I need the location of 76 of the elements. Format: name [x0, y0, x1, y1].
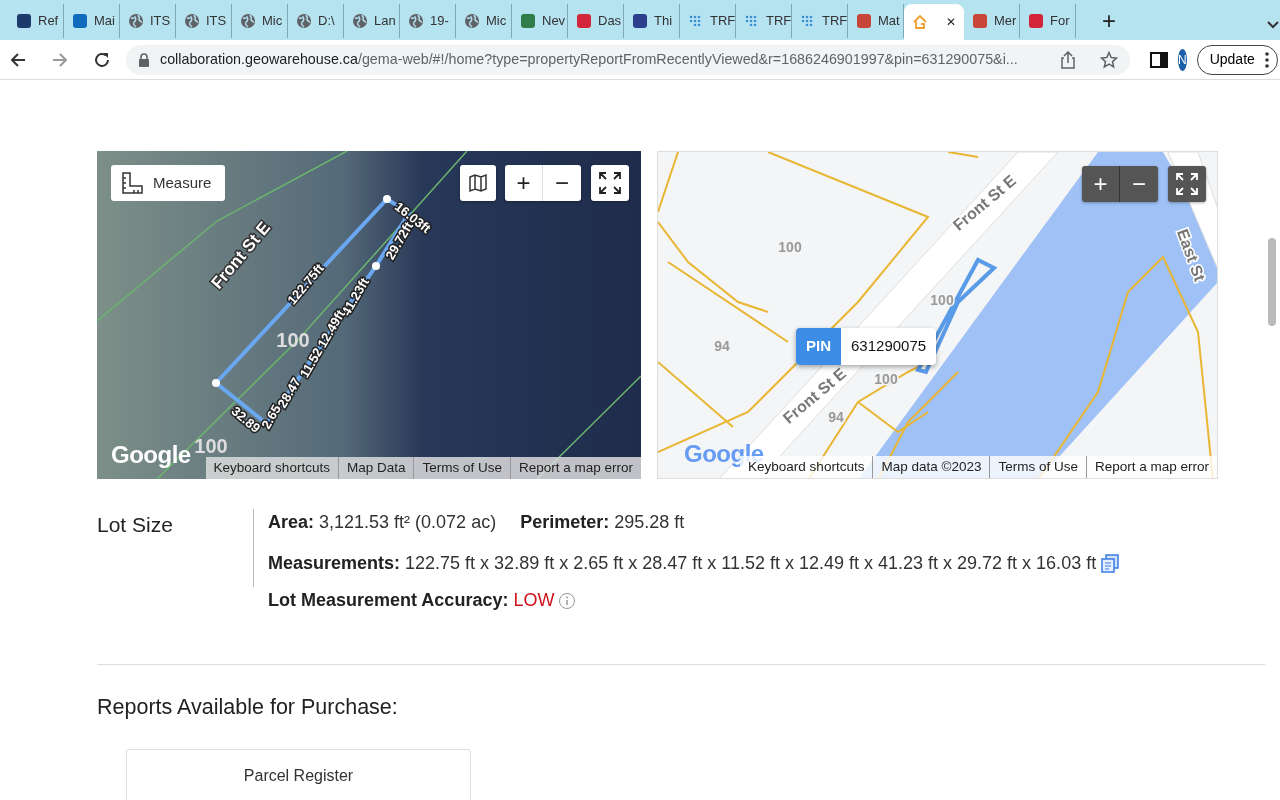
map-type-button[interactable]	[460, 165, 496, 201]
browser-tab[interactable]: For	[1020, 4, 1076, 38]
update-button[interactable]: Update	[1196, 44, 1278, 75]
measure-button[interactable]: Measure	[111, 165, 226, 201]
parcel-number: 100	[276, 329, 310, 351]
browser-tab[interactable]: Mic	[232, 4, 288, 38]
browser-tab[interactable]: Das	[568, 4, 624, 38]
globe-icon	[184, 13, 200, 29]
street-label: East St	[1173, 226, 1209, 284]
section-heading: Reports Available for Purchase:	[97, 694, 399, 721]
map-footer-link[interactable]: Report a map error	[1085, 455, 1217, 478]
browser-tab[interactable]: Nev	[512, 4, 568, 38]
globe-icon	[352, 13, 368, 29]
globe-icon	[296, 13, 312, 29]
map-footer-link[interactable]: Terms of Use	[989, 455, 1086, 478]
parcel-number: 100	[194, 435, 228, 457]
fullscreen-icon	[1176, 173, 1198, 195]
info-icon	[558, 591, 577, 610]
browser-tab[interactable]: Ref	[8, 4, 64, 38]
browser-tab[interactable]: Mai	[64, 4, 120, 38]
browser-tab[interactable]: Mic	[456, 4, 512, 38]
address-bar[interactable]: collaboration.geowarehouse.ca/gema-web/#!/home?type=propertyReportFromRecentlyViewed&r=1686246901997&pin=631290075&i...	[126, 44, 1130, 75]
zoom-in-button[interactable]: +	[1082, 166, 1120, 202]
parcel-number: 100	[778, 239, 802, 255]
parcel-number: 94	[714, 338, 730, 354]
star-icon[interactable]	[1100, 50, 1118, 69]
browser-tab[interactable]: D:\	[288, 4, 344, 38]
share-icon[interactable]	[1060, 50, 1076, 69]
browser-tab[interactable]: Lan	[344, 4, 400, 38]
zoom-out-button[interactable]: −	[543, 165, 581, 201]
map-icon	[468, 173, 488, 193]
browser-tab[interactable]: TRF	[680, 4, 736, 38]
globe-icon	[128, 13, 144, 29]
sidebar-icon[interactable]	[1150, 51, 1168, 68]
zoom-in-button[interactable]: +	[505, 165, 543, 201]
scrollbar-thumb[interactable]	[1268, 238, 1276, 326]
section-heading: Lot Size	[97, 512, 174, 538]
browser-tab[interactable]: Mer	[964, 4, 1020, 38]
browser-tab[interactable]: Thi	[624, 4, 680, 38]
close-icon[interactable]: ✕	[946, 13, 956, 31]
more-icon	[1264, 51, 1269, 68]
ruler-icon	[121, 172, 143, 194]
parcel-number: 100	[874, 371, 898, 387]
parcel-number: 100	[930, 292, 954, 308]
zoom-out-button[interactable]: −	[1120, 166, 1158, 202]
map-footer-link[interactable]: Keyboard shortcuts	[205, 456, 338, 479]
fullscreen-button[interactable]	[591, 165, 629, 201]
browser-tab[interactable]: ITS	[120, 4, 176, 38]
pin-tag: PIN	[796, 328, 841, 365]
profile-avatar[interactable]: N	[1178, 48, 1187, 71]
browser-tab[interactable]: TRF	[736, 4, 792, 38]
browser-tab[interactable]: ✕	[904, 4, 964, 40]
globe-icon	[464, 13, 480, 29]
chevron-down-icon[interactable]	[1266, 20, 1280, 30]
report-card[interactable]: Parcel Register	[126, 749, 471, 800]
field-text: Lot Measurement Accuracy: LOW	[268, 589, 555, 612]
new-tab-button[interactable]: +	[1096, 8, 1122, 34]
field-text: Area: 3,121.53 ft² (0.072 ac)	[268, 511, 497, 534]
pin-number: 631290075	[850, 336, 928, 356]
map-footer-link[interactable]: Terms of Use	[413, 456, 510, 479]
map-footer-link[interactable]: Map Data	[337, 456, 414, 479]
copy-icon[interactable]	[1100, 553, 1121, 574]
field-text: Perimeter: 295.28 ft	[520, 511, 685, 534]
map-footer-link[interactable]: Report a map error	[509, 456, 641, 479]
lock-icon	[138, 52, 150, 67]
field-text: Measurements: 122.75 ft x 32.89 ft x 2.65 ft x 28.47 ft x 11.52 ft x 12.49 ft x 41.23 ft x 29.72 ft x 16.03 ft	[268, 552, 1097, 575]
google-logo: Google	[111, 440, 191, 470]
browser-tab[interactable]: TRF	[792, 4, 848, 38]
map-footer-link[interactable]: Map data ©2023	[872, 455, 990, 478]
globe-icon	[408, 13, 424, 29]
fullscreen-icon	[599, 172, 621, 194]
browser-tab[interactable]: ITS	[176, 4, 232, 38]
parcel-number: 94	[828, 409, 844, 425]
globe-icon	[240, 13, 256, 29]
fullscreen-button[interactable]	[1168, 166, 1206, 202]
browser-tab[interactable]: 19-	[400, 4, 456, 38]
